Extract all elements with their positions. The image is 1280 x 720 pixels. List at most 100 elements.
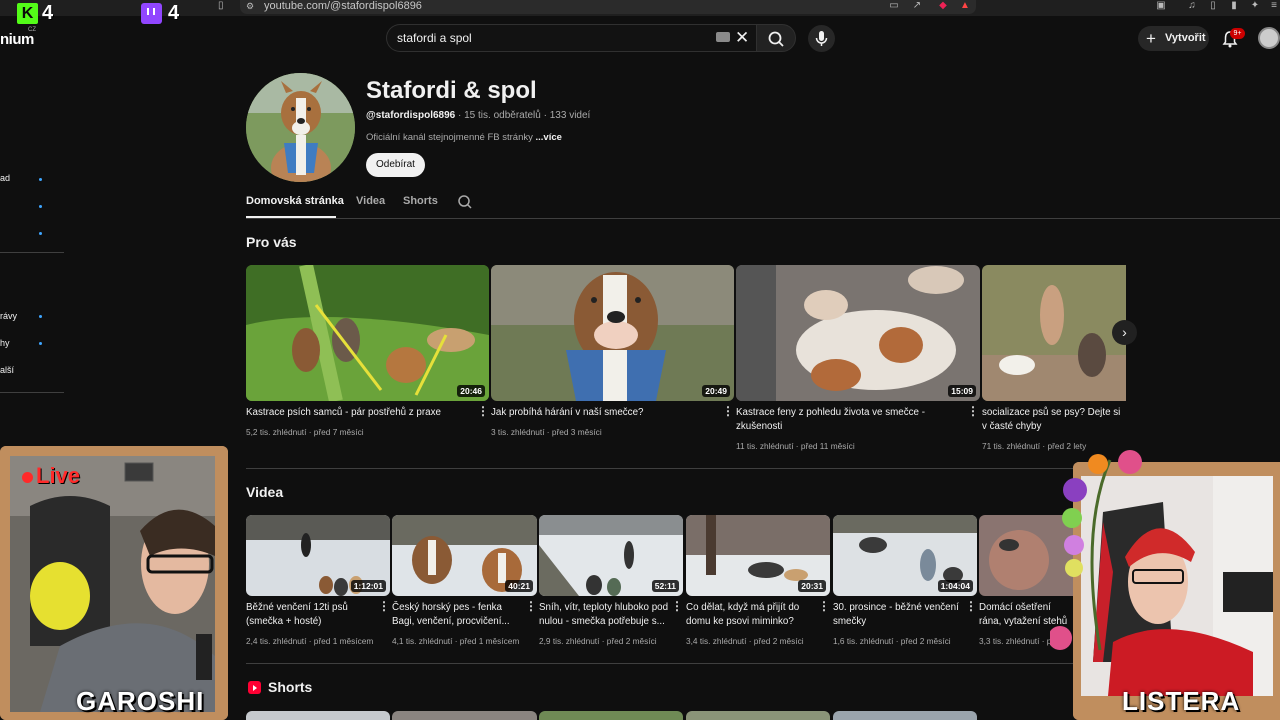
- short-thumbnail[interactable]: [833, 711, 977, 720]
- sidebar-toggle-icon[interactable]: ▯: [1207, 0, 1219, 12]
- voice-search-button[interactable]: [808, 25, 835, 52]
- tab-videos[interactable]: Videa: [356, 195, 385, 207]
- orchid-icon: [1048, 450, 1142, 651]
- channel-search-button[interactable]: [457, 194, 473, 210]
- video-duration: 52:11: [651, 580, 679, 592]
- shorts-icon: [248, 681, 261, 694]
- music-icon[interactable]: ♫: [1186, 0, 1198, 12]
- rewards-icon[interactable]: ▲: [959, 0, 971, 12]
- video-duration: 15:09: [948, 385, 976, 397]
- leo-icon[interactable]: ✦: [1249, 0, 1261, 12]
- account-avatar[interactable]: [1258, 27, 1280, 49]
- video-thumbnail[interactable]: 15:09: [736, 265, 980, 401]
- search-icon: [458, 195, 472, 209]
- more-vert-icon[interactable]: ⋮: [967, 404, 979, 418]
- more-link[interactable]: ...více: [536, 132, 562, 143]
- streamer-name-right: LISTERA: [1122, 686, 1241, 716]
- share-icon[interactable]: ↗: [911, 0, 923, 12]
- thumbnail-image: [982, 265, 1126, 401]
- video-duration: 1:12:01: [350, 580, 386, 592]
- description-text: Oficiální kanál stejnojmenné FB stránky: [366, 132, 536, 143]
- video-thumbnail[interactable]: 20:46: [246, 265, 489, 401]
- more-vert-icon[interactable]: ⋮: [477, 404, 489, 418]
- section-title-videos[interactable]: Videa: [246, 484, 283, 500]
- extension-icon[interactable]: ▣: [1155, 0, 1167, 12]
- video-meta: 1,6 tis. zhlédnutí · před 2 měsíci: [833, 636, 951, 646]
- channel-avatar[interactable]: [246, 73, 355, 182]
- video-thumbnail[interactable]: 52:11: [539, 515, 683, 596]
- kick-viewer-count: 4: [42, 2, 54, 24]
- live-dot: [39, 178, 42, 181]
- channel-meta: @stafordispol6896 · 15 tis. odběratelů ·…: [366, 110, 590, 121]
- video-thumbnail[interactable]: 1:04:04: [833, 515, 977, 596]
- video-title[interactable]: Kastrace feny z pohledu života ve smečce…: [736, 406, 961, 434]
- carousel-next-button[interactable]: ›: [1112, 320, 1137, 345]
- video-title[interactable]: Sníh, vítr, teploty hluboko pod nulou - …: [539, 601, 669, 629]
- menu-icon[interactable]: ≡: [1268, 0, 1280, 12]
- video-title[interactable]: Jak probíhá hárání v naší smečce?: [491, 406, 716, 420]
- video-title[interactable]: Český horský pes - fenka Bagi, venčení, …: [392, 601, 522, 629]
- more-vert-icon[interactable]: ⋮: [378, 599, 390, 613]
- sidebar-item[interactable]: alší: [0, 365, 14, 375]
- live-dot: [39, 205, 42, 208]
- video-meta: 3,4 tis. zhlédnutí · před 2 měsíci: [686, 636, 804, 646]
- short-thumbnail[interactable]: [392, 711, 537, 720]
- site-info-icon[interactable]: ⚙: [246, 1, 256, 11]
- search-button[interactable]: [756, 24, 796, 52]
- wallet-icon[interactable]: ▮: [1228, 0, 1240, 12]
- live-dot: [39, 315, 42, 318]
- more-vert-icon[interactable]: ⋮: [818, 599, 830, 613]
- search-query: stafordi a spol: [397, 31, 472, 45]
- subscribe-button[interactable]: Odebírat: [366, 153, 425, 177]
- short-thumbnail[interactable]: [539, 711, 683, 720]
- more-vert-icon[interactable]: ⋮: [525, 599, 537, 613]
- clear-search-icon[interactable]: ✕: [735, 28, 749, 48]
- youtube-logo-text[interactable]: nium: [0, 31, 34, 48]
- sidebar-item[interactable]: rávy: [0, 311, 17, 321]
- video-title[interactable]: socializace psů se psy? Dejte si v časté…: [982, 406, 1127, 434]
- plus-icon: +: [1146, 29, 1156, 48]
- search-icon: [768, 31, 784, 47]
- video-thumbnail[interactable]: [982, 265, 1126, 401]
- more-vert-icon[interactable]: ⋮: [722, 404, 734, 418]
- kick-icon: K: [17, 3, 38, 24]
- video-title[interactable]: Kastrace psích samců - pár postřehů z pr…: [246, 406, 476, 420]
- thumbnail-image: [246, 265, 489, 401]
- video-title[interactable]: Běžné venčení 12ti psů (smečka + hosté): [246, 601, 376, 629]
- streamer-camera-image: [0, 446, 228, 720]
- sidebar-divider: [0, 252, 64, 253]
- video-thumbnail[interactable]: 20:31: [686, 515, 830, 596]
- webcam-left: [0, 446, 228, 720]
- short-thumbnail[interactable]: [246, 711, 390, 720]
- video-meta: 5,2 tis. zhlédnutí · před 7 měsíci: [246, 427, 364, 437]
- bookmark-icon[interactable]: ▯: [218, 0, 230, 12]
- more-vert-icon[interactable]: ⋮: [965, 599, 977, 613]
- video-thumbnail[interactable]: 40:21: [392, 515, 537, 596]
- thumbnail-image: [736, 265, 980, 401]
- section-title-shorts[interactable]: Shorts: [268, 679, 312, 695]
- video-title[interactable]: 30. prosince - běžné venčení smečky: [833, 601, 963, 629]
- channel-description[interactable]: Oficiální kanál stejnojmenné FB stránky …: [366, 132, 562, 143]
- video-meta: 2,4 tis. zhlédnutí · před 1 měsícem: [246, 636, 374, 646]
- video-thumbnail[interactable]: 1:12:01: [246, 515, 390, 596]
- brave-shield-icon[interactable]: ◆: [937, 0, 949, 12]
- short-thumbnail[interactable]: [686, 711, 830, 720]
- flower-decoration: [1048, 450, 1150, 660]
- more-vert-icon[interactable]: ⋮: [671, 599, 683, 613]
- live-dot: [39, 342, 42, 345]
- tab-home[interactable]: Domovská stránka: [246, 195, 344, 207]
- keyboard-icon[interactable]: [716, 32, 730, 42]
- video-title[interactable]: Co dělat, když má přijít do domu ke psov…: [686, 601, 816, 629]
- logo-region: CZ: [28, 27, 36, 33]
- section-divider: [246, 663, 1076, 664]
- video-thumbnail[interactable]: 20:49: [491, 265, 734, 401]
- sidebar-item[interactable]: hy: [0, 338, 10, 348]
- video-duration: 20:49: [702, 385, 730, 397]
- install-icon[interactable]: ▭: [888, 0, 900, 12]
- sidebar-item[interactable]: ad: [0, 173, 10, 183]
- create-button[interactable]: + Vytvořit: [1138, 26, 1209, 51]
- section-divider: [246, 468, 1126, 469]
- video-duration: 20:46: [457, 385, 485, 397]
- video-meta: 11 tis. zhlédnutí · před 11 měsíci: [736, 441, 855, 451]
- tab-shorts[interactable]: Shorts: [403, 195, 438, 207]
